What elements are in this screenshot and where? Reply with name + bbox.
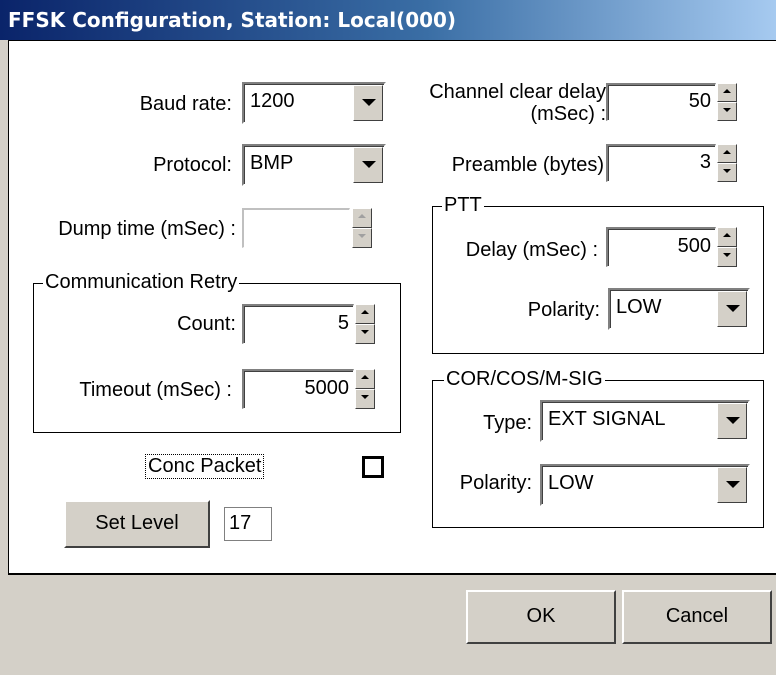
channel-clear-delay-label: Channel clear delay (mSec) : (400, 81, 606, 125)
spin-up-icon (352, 208, 372, 228)
spin-up-icon[interactable] (355, 304, 375, 324)
ptt-delay-value: 500 (677, 235, 711, 257)
retry-timeout-label: Timeout (mSec) : (79, 379, 232, 401)
spin-down-icon[interactable] (355, 324, 375, 344)
retry-timeout-spinner[interactable] (355, 369, 375, 409)
retry-count-label: Count: (177, 313, 236, 335)
protocol-label: Protocol: (153, 154, 232, 176)
chevron-down-icon[interactable] (353, 147, 383, 183)
conc-packet-label[interactable]: Conc Packet (144, 454, 265, 479)
dump-time-spinner (352, 208, 372, 248)
baud-rate-select[interactable]: 1200 (242, 82, 386, 124)
chevron-down-icon[interactable] (717, 291, 747, 327)
protocol-select[interactable]: BMP (242, 144, 386, 186)
ptt-caption: PTT (442, 194, 484, 217)
level-input[interactable]: 17 (224, 507, 272, 541)
preamble-field[interactable]: 3 (606, 144, 716, 182)
ptt-polarity-select[interactable]: LOW (608, 288, 750, 330)
retry-count-field[interactable]: 5 (242, 304, 354, 344)
chevron-down-icon[interactable] (717, 403, 747, 439)
spin-down-icon[interactable] (717, 163, 737, 182)
spin-up-icon[interactable] (717, 83, 737, 102)
window-title: FFSK Configuration, Station: Local(000) (8, 8, 457, 32)
baud-rate-value: 1200 (250, 90, 295, 112)
chevron-down-icon[interactable] (353, 85, 383, 121)
ptt-delay-label: Delay (mSec) : (465, 239, 598, 261)
set-level-button[interactable]: Set Level (64, 500, 210, 548)
channel-clear-delay-label-line1: Channel clear delay (429, 81, 606, 103)
chevron-down-icon[interactable] (717, 467, 747, 503)
channel-clear-delay-value: 50 (688, 90, 711, 112)
ptt-polarity-value: LOW (616, 296, 662, 318)
spin-up-icon[interactable] (355, 369, 375, 389)
cor-polarity-select[interactable]: LOW (540, 464, 750, 506)
retry-timeout-value: 5000 (304, 377, 350, 399)
retry-count-value: 5 (337, 312, 349, 334)
retry-count-spinner[interactable] (355, 304, 375, 344)
channel-clear-delay-spinner[interactable] (717, 83, 737, 121)
baud-rate-label: Baud rate: (139, 93, 232, 115)
preamble-label: Preamble (bytes) (451, 154, 604, 176)
cor-type-select[interactable]: EXT SIGNAL (540, 400, 750, 442)
cor-polarity-value: LOW (548, 472, 594, 494)
channel-clear-delay-field[interactable]: 50 (606, 83, 716, 121)
ptt-delay-spinner[interactable] (717, 227, 737, 267)
ptt-delay-field[interactable]: 500 (606, 227, 716, 267)
conc-packet-checkbox[interactable] (362, 456, 384, 478)
cor-type-value: EXT SIGNAL (548, 408, 666, 430)
spin-up-icon[interactable] (717, 144, 737, 163)
spin-up-icon[interactable] (717, 227, 737, 247)
channel-clear-delay-label-line2: (mSec) : (530, 103, 606, 125)
spin-down-icon[interactable] (355, 389, 375, 409)
protocol-value: BMP (250, 152, 294, 174)
spin-down-icon[interactable] (717, 102, 737, 121)
retry-timeout-field[interactable]: 5000 (242, 369, 354, 409)
cancel-button[interactable]: Cancel (622, 590, 772, 644)
spin-down-icon (352, 228, 372, 248)
dump-time-field (242, 208, 350, 248)
cor-cos-msig-caption: COR/COS/M-SIG (444, 368, 605, 391)
title-bar: FFSK Configuration, Station: Local(000) (0, 0, 776, 40)
spin-down-icon[interactable] (717, 247, 737, 267)
cor-type-label: Type: (483, 412, 532, 434)
ptt-polarity-label: Polarity: (527, 299, 600, 321)
dump-time-label: Dump time (mSec) : (58, 218, 236, 240)
cor-polarity-label: Polarity: (459, 472, 532, 494)
preamble-value: 3 (699, 151, 711, 173)
communication-retry-caption: Communication Retry (43, 271, 240, 294)
ok-button[interactable]: OK (466, 590, 616, 644)
preamble-spinner[interactable] (717, 144, 737, 182)
